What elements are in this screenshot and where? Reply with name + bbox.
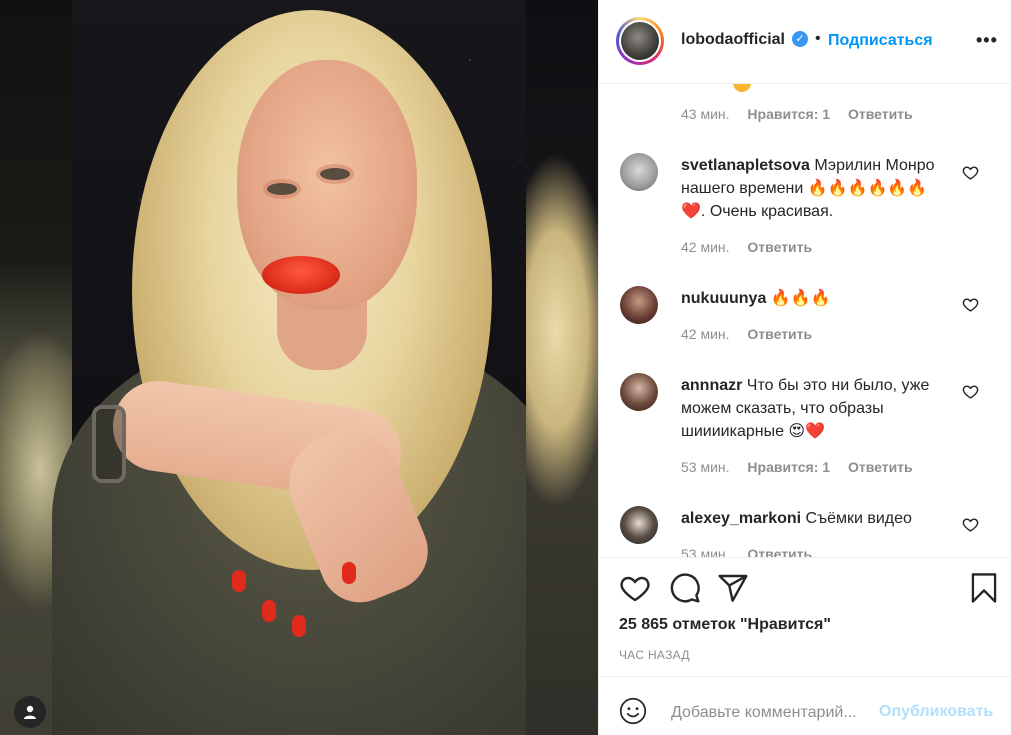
comment-body: svetlanapletsova Мэрилин Монро нашего вр… xyxy=(681,154,951,223)
share-direct-icon[interactable] xyxy=(717,572,749,604)
photo-strip-center xyxy=(52,0,572,735)
post-time[interactable]: ЧАС НАЗАД xyxy=(619,648,690,662)
comment-time: 42 мин. xyxy=(681,326,730,342)
commenter-username[interactable]: annnazr xyxy=(681,377,742,394)
comment-like-heart-icon[interactable] xyxy=(962,296,979,313)
nail xyxy=(342,562,356,584)
like-heart-icon[interactable] xyxy=(619,572,651,604)
comment-time: 53 мин. xyxy=(681,459,730,475)
comment-input[interactable] xyxy=(669,703,878,723)
commenter-avatar[interactable] xyxy=(620,373,658,411)
comment-text: Съёмки видео xyxy=(805,510,912,527)
commenter-username[interactable]: alexey_markoni xyxy=(681,510,801,527)
comment-like-heart-icon[interactable] xyxy=(962,516,979,533)
comment-time: 53 мин. xyxy=(681,546,730,557)
comment-text: 🔥🔥🔥 xyxy=(770,290,831,307)
post-photo[interactable] xyxy=(0,0,598,735)
comment-meta: 53 мин. Ответить xyxy=(681,546,826,557)
emoji-fragment xyxy=(733,84,751,92)
story-ring-avatar[interactable] xyxy=(616,17,664,65)
user-icon xyxy=(24,705,36,719)
more-options-icon[interactable]: ••• xyxy=(976,30,998,51)
comment-like-heart-icon[interactable] xyxy=(962,383,979,400)
comment-meta: 53 мин. Нравится: 1 Ответить xyxy=(681,459,927,475)
publish-comment-button[interactable]: Опубликовать xyxy=(879,703,993,721)
follow-button[interactable]: Подписаться xyxy=(828,32,933,50)
reply-button[interactable]: Ответить xyxy=(848,106,913,122)
nail xyxy=(292,615,306,637)
post-side-panel: lobodaofficial ✓ • Подписаться ••• 43 ми… xyxy=(598,0,1011,735)
comment-body: nukuuunya 🔥🔥🔥 xyxy=(681,287,951,310)
comment-like-heart-icon[interactable] xyxy=(962,164,979,181)
nail xyxy=(262,600,276,622)
add-comment-bar: Опубликовать xyxy=(599,676,1011,735)
verified-badge-icon: ✓ xyxy=(792,31,808,47)
photo-strip-right xyxy=(526,0,598,735)
eye-right xyxy=(320,168,350,180)
post-header: lobodaofficial ✓ • Подписаться ••• xyxy=(599,0,1011,84)
comment-time: 42 мин. xyxy=(681,239,730,255)
comment-meta: 42 мин. Ответить xyxy=(681,326,826,342)
comment-time: 43 мин. xyxy=(681,106,730,122)
commenter-avatar[interactable] xyxy=(620,286,658,324)
comments-list[interactable]: 43 мин. Нравится: 1 Ответить svetlanaple… xyxy=(599,84,1011,557)
emoji-smile-icon[interactable] xyxy=(619,697,647,725)
nail xyxy=(232,570,246,592)
reply-button[interactable]: Ответить xyxy=(848,459,913,475)
comment-meta: 42 мин. Ответить xyxy=(681,239,826,255)
author-username[interactable]: lobodaofficial xyxy=(681,31,785,49)
commenter-username[interactable]: nukuuunya xyxy=(681,290,766,307)
eye-left xyxy=(267,183,297,195)
reply-button[interactable]: Ответить xyxy=(747,326,812,342)
commenter-username[interactable]: svetlanapletsova xyxy=(681,157,810,174)
comment-likes[interactable]: Нравится: 1 xyxy=(747,106,830,122)
separator-dot: • xyxy=(815,30,821,47)
comment-meta: 43 мин. Нравится: 1 Ответить xyxy=(681,106,927,122)
bracelet xyxy=(92,405,126,483)
post-modal: lobodaofficial ✓ • Подписаться ••• 43 ми… xyxy=(0,0,1011,735)
comment-body: alexey_markoni Съёмки видео xyxy=(681,507,951,530)
reply-button[interactable]: Ответить xyxy=(747,546,812,557)
tagged-user-icon[interactable] xyxy=(14,696,46,728)
post-actions: 25 865 отметок "Нравится" ЧАС НАЗАД xyxy=(599,557,1011,677)
commenter-avatar[interactable] xyxy=(620,506,658,544)
avatar xyxy=(621,22,659,60)
comment-bubble-icon[interactable] xyxy=(669,572,701,604)
commenter-avatar[interactable] xyxy=(620,153,658,191)
reply-button[interactable]: Ответить xyxy=(747,239,812,255)
lips xyxy=(262,256,340,294)
comment-body: annnazr Что бы это ни было, уже можем ск… xyxy=(681,374,951,443)
comment-likes[interactable]: Нравится: 1 xyxy=(747,459,830,475)
likes-count[interactable]: 25 865 отметок "Нравится" xyxy=(619,616,831,634)
save-bookmark-icon[interactable] xyxy=(969,572,999,604)
